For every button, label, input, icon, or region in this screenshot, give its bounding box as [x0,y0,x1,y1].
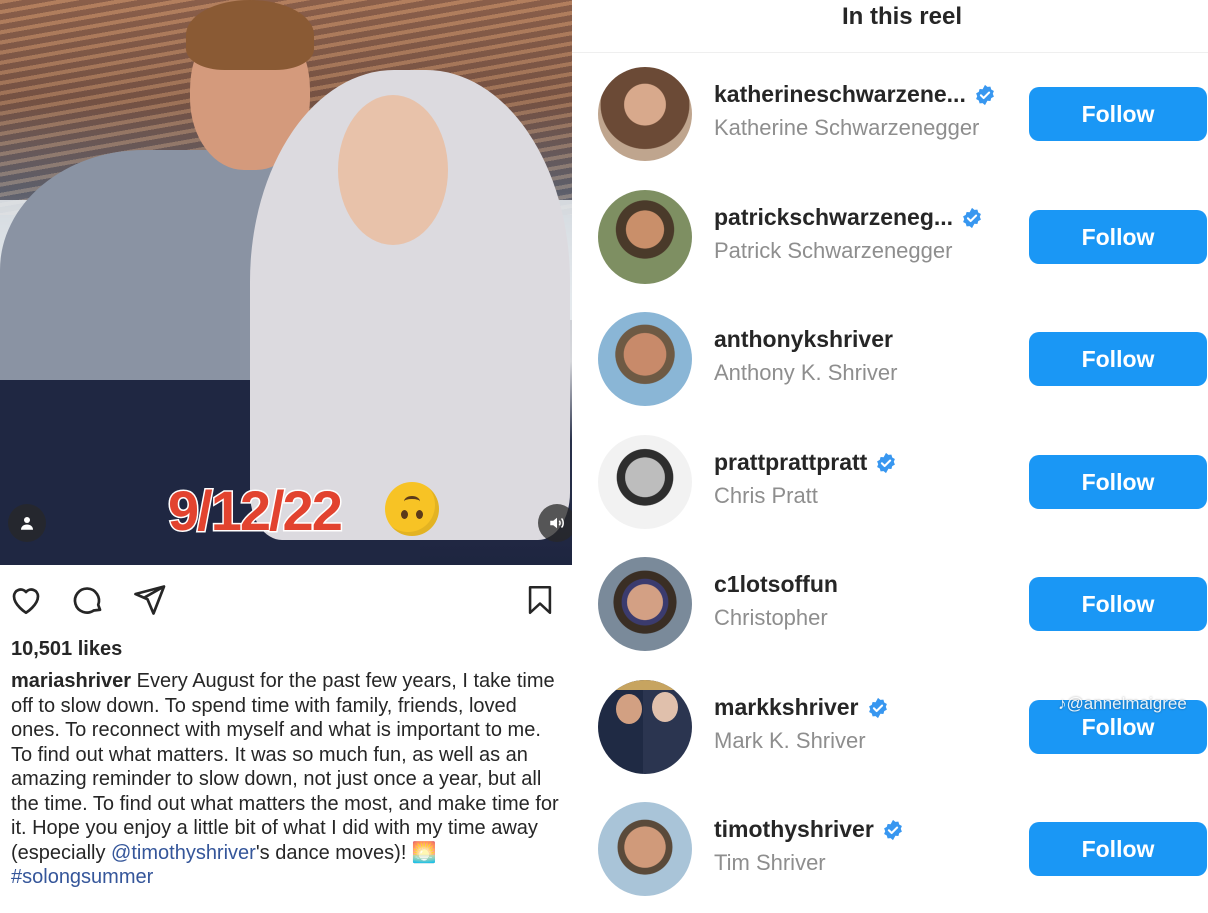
caption-username[interactable]: mariashriver [11,670,131,692]
verified-badge-icon [963,207,981,228]
follow-button[interactable]: Follow [1029,455,1207,509]
heart-icon[interactable] [6,580,46,620]
volume-icon[interactable] [538,504,572,542]
upside-down-face-emoji-icon [385,482,439,536]
person-woman-face [338,95,448,245]
follow-button[interactable]: Follow [1029,577,1207,631]
list-item: patrickschwarzeneg... Patrick Schwarzene… [572,190,1208,300]
avatar[interactable] [598,67,692,161]
date-sticker: 9/12/22 [167,478,345,544]
reel-video[interactable]: 9/12/22 [0,0,572,565]
verified-badge-icon [883,819,902,840]
list-item: c1lotsoffun Christopher Follow [572,557,1208,667]
caption-text: Every August for the past few years, I t… [11,670,559,864]
full-name: Tim Shriver [714,850,826,875]
caption-mention-link[interactable]: @timothyshriver [111,842,256,864]
username[interactable]: patrickschwarzeneg... [714,204,953,231]
in-this-reel-panel: In this reel katherineschwarzene... Kath… [572,0,1208,913]
full-name: Chris Pratt [714,483,818,508]
comment-icon[interactable] [68,580,108,620]
list-item: anthonykshriver Anthony K. Shriver Follo… [572,312,1208,422]
full-name: Anthony K. Shriver [714,360,898,385]
likes-count[interactable]: 10,501 likes [11,638,122,661]
avatar[interactable] [598,557,692,651]
tag-people-icon[interactable] [8,504,46,542]
full-name: Patrick Schwarzenegger [714,238,953,263]
list-item: timothyshriver Tim Shriver Follow [572,802,1208,912]
username[interactable]: markkshriver [714,694,859,721]
caption-text-end: 's dance moves)! 🌅 [255,841,437,864]
share-icon[interactable] [129,580,169,620]
divider [572,52,1208,53]
list-item: katherineschwarzene... Katherine Schwarz… [572,67,1208,177]
username[interactable]: prattprattpratt [714,449,867,476]
panel-title: In this reel [841,3,963,30]
username[interactable]: timothyshriver [714,816,874,843]
avatar[interactable] [598,435,692,529]
bookmark-icon[interactable] [520,580,560,620]
person-man-hair [186,0,314,70]
avatar[interactable] [598,312,692,406]
full-name: Christopher [714,605,828,630]
instagram-post: 9/12/22 10,501 likes mariashriver Every … [0,0,572,913]
username[interactable]: katherineschwarzene... [714,81,966,108]
list-item: prattprattpratt Chris Pratt Follow [572,435,1208,545]
follow-button[interactable]: Follow [1029,87,1207,141]
hashtag-link[interactable]: #solongsummer [11,866,153,888]
tiktok-watermark: ♪@annelmaigree [1058,694,1187,713]
username[interactable]: anthonykshriver [714,326,893,353]
follow-button[interactable]: Follow [1029,822,1207,876]
verified-badge-icon [975,84,994,105]
avatar[interactable] [598,680,692,774]
post-actions-bar [0,580,572,624]
verified-badge-icon [868,697,887,718]
verified-badge-icon [877,452,896,473]
avatar[interactable] [598,802,692,896]
full-name: Katherine Schwarzenegger [714,115,980,140]
follow-button[interactable]: Follow [1029,332,1207,386]
username[interactable]: c1lotsoffun [714,571,838,598]
avatar[interactable] [598,190,692,284]
follow-button[interactable]: Follow [1029,210,1207,264]
full-name: Mark K. Shriver [714,728,866,753]
post-caption: mariashriver Every August for the past f… [11,669,563,890]
